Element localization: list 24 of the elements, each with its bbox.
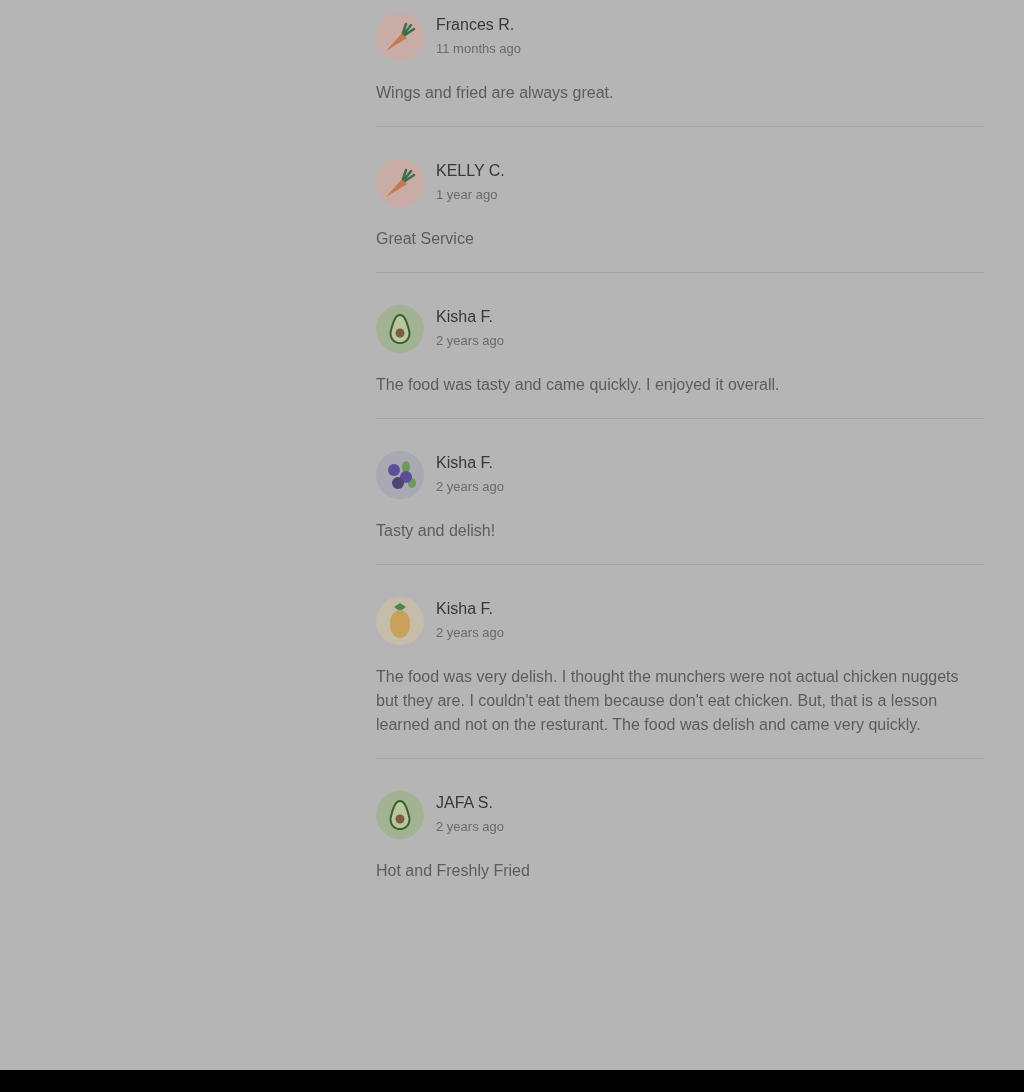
reviewer-name: Kisha F.	[436, 307, 494, 327]
reviewer-name: Kisha F.	[436, 453, 494, 473]
review-date: 2 years ago	[436, 624, 504, 642]
review-date: 1 year ago	[436, 186, 499, 204]
avocado-icon	[376, 791, 424, 839]
review-text: Hot and Freshly Fried	[376, 861, 531, 881]
reviewer-name: Kisha F.	[436, 599, 494, 619]
review-date: 2 years ago	[436, 818, 504, 836]
pineapple-icon	[376, 597, 424, 645]
carrot-icon	[376, 13, 424, 61]
review-date: 11 months ago	[436, 40, 522, 58]
reviewer-name: JAFA S.	[436, 793, 494, 813]
avocado-icon	[376, 305, 424, 353]
reviewer-name: Frances R.	[436, 15, 516, 35]
reviewer-name: KELLY C.	[436, 161, 505, 181]
review-text: The food was tasty and came quickly. I enjoyed it overall.	[376, 375, 781, 395]
review-text: Tasty and delish!	[376, 521, 497, 541]
review-text: Great Service	[376, 229, 475, 249]
review-date: 2 years ago	[436, 478, 504, 496]
review-date: 2 years ago	[436, 332, 504, 350]
review-text: The food was very delish. I thought the munchers were not actual chicken nuggets but they are. I couldn't eat them because don't eat chicken. But, that is a lesson learned and not on the resturant. The food was delish and came very quickly.	[376, 667, 960, 735]
review-text: Wings and fried are always great.	[376, 83, 615, 103]
carrot-icon	[376, 159, 424, 207]
blueberry-icon	[376, 451, 424, 499]
